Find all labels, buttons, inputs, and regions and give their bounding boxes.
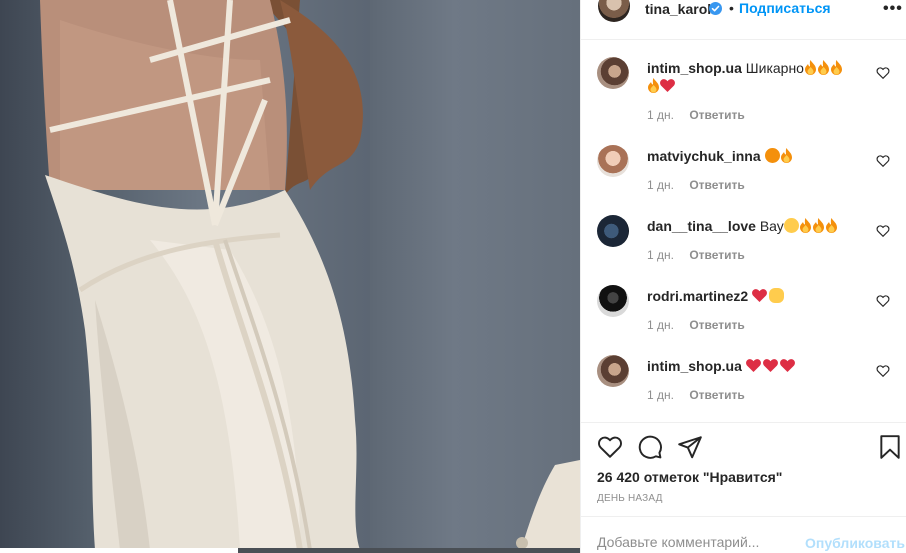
comment-username[interactable]: intim_shop.ua [647,60,742,76]
comment-time: 1 дн. [647,318,674,332]
header-divider [581,39,906,40]
follow-button[interactable]: Подписаться [739,0,831,16]
comment-body: intim_shop.ua Шикарно [647,59,867,95]
comment-like-icon[interactable] [876,66,890,80]
photo-bottom-strip-dark [238,548,580,553]
reply-button[interactable]: Ответить [689,178,744,192]
reply-button[interactable]: Ответить [689,318,744,332]
post-panel: tina_karol • Подписаться ••• intim_shop.… [580,0,906,553]
author-username[interactable]: tina_karol [645,1,711,17]
red-heart-emoji-icon [660,79,675,92]
share-send-icon[interactable] [677,434,703,460]
reply-button[interactable]: Ответить [689,248,744,262]
more-options-icon[interactable]: ••• [883,0,903,18]
actions-divider [581,422,906,423]
comment-like-icon[interactable] [876,294,890,308]
commenter-avatar[interactable] [597,285,629,317]
composer-divider [581,516,906,517]
comment-emojis [764,148,793,164]
comment-time: 1 дн. [647,248,674,262]
comment-meta: 1 дн. Ответить [647,318,745,332]
comment-username[interactable]: rodri.martinez2 [647,288,748,304]
comment-username[interactable]: intim_shop.ua [647,358,742,374]
comment-body: intim_shop.ua [647,357,867,375]
comment-time: 1 дн. [647,178,674,192]
comment-username[interactable]: dan__tina__love [647,218,756,234]
comment-username[interactable]: matviychuk_inna [647,148,761,164]
header-separator-dot: • [729,0,734,16]
likes-count[interactable]: 26 420 отметок "Нравится" [597,469,782,485]
comment-text: Вау [759,218,784,234]
fire-emoji-icon [799,218,811,233]
photo-image [0,0,370,550]
comment-time: 1 дн. [647,108,674,122]
comment-meta: 1 дн. Ответить [647,388,745,402]
photo-bottom-strip [0,548,238,553]
comment-text: Шикарно [745,60,804,76]
red-heart-emoji-icon [745,359,761,372]
post-photo[interactable] [0,0,580,553]
commenter-avatar[interactable] [597,57,629,89]
comment-like-icon[interactable] [876,154,890,168]
heart-eyes-emoji-icon [764,148,780,163]
comment-body: matviychuk_inna [647,147,867,165]
red-heart-emoji-icon [779,359,795,372]
comment-body: dan__tina__love Вау [647,217,867,235]
clap-emoji-icon [769,288,785,303]
photo-illustration [40,0,363,550]
comment-emojis [745,358,797,374]
fire-emoji-icon [812,218,824,233]
reply-button[interactable]: Ответить [689,388,744,402]
like-heart-icon[interactable] [597,434,623,460]
comment-time: 1 дн. [647,388,674,402]
post-timestamp: ДЕНЬ НАЗАД [597,493,663,504]
comment-meta: 1 дн. Ответить [647,108,745,122]
next-preview-illustration [516,460,580,553]
author-avatar[interactable] [598,0,630,22]
post-header: tina_karol • Подписаться ••• [581,0,906,40]
commenter-avatar[interactable] [597,355,629,387]
comment-emojis [752,288,785,304]
fire-emoji-icon [817,60,829,75]
add-comment-input[interactable] [597,534,797,550]
comment-item: dan__tina__love Вау 1 дн. Ответить [581,215,906,285]
comment-emojis [783,218,838,234]
comment-body: rodri.martinez2 [647,287,867,305]
red-heart-emoji-icon [752,289,767,302]
fire-emoji-icon [804,60,816,75]
comment-meta: 1 дн. Ответить [647,248,745,262]
comment-item: intim_shop.ua 1 дн. Ответить [581,355,906,425]
fire-emoji-icon [648,78,659,93]
comment-like-icon[interactable] [876,224,890,238]
reply-button[interactable]: Ответить [689,108,744,122]
comment-like-icon[interactable] [876,364,890,378]
fire-emoji-icon [830,60,842,75]
red-heart-emoji-icon [762,359,778,372]
publish-button[interactable]: Опубликовать [805,535,905,551]
photo-next-preview [370,0,580,553]
comment-item: rodri.martinez2 1 дн. Ответить [581,285,906,355]
fire-emoji-icon [780,148,792,163]
comment-item: intim_shop.ua Шикарно 1 дн. Ответить [581,57,906,127]
commenter-avatar[interactable] [597,145,629,177]
smile-emoji-icon [783,218,799,233]
fire-emoji-icon [825,218,837,233]
comment-meta: 1 дн. Ответить [647,178,745,192]
bookmark-save-icon[interactable] [877,434,903,460]
commenter-avatar[interactable] [597,215,629,247]
comment-item: matviychuk_inna 1 дн. Ответить [581,145,906,215]
verified-badge-icon [709,2,722,15]
comment-bubble-icon[interactable] [637,434,663,460]
